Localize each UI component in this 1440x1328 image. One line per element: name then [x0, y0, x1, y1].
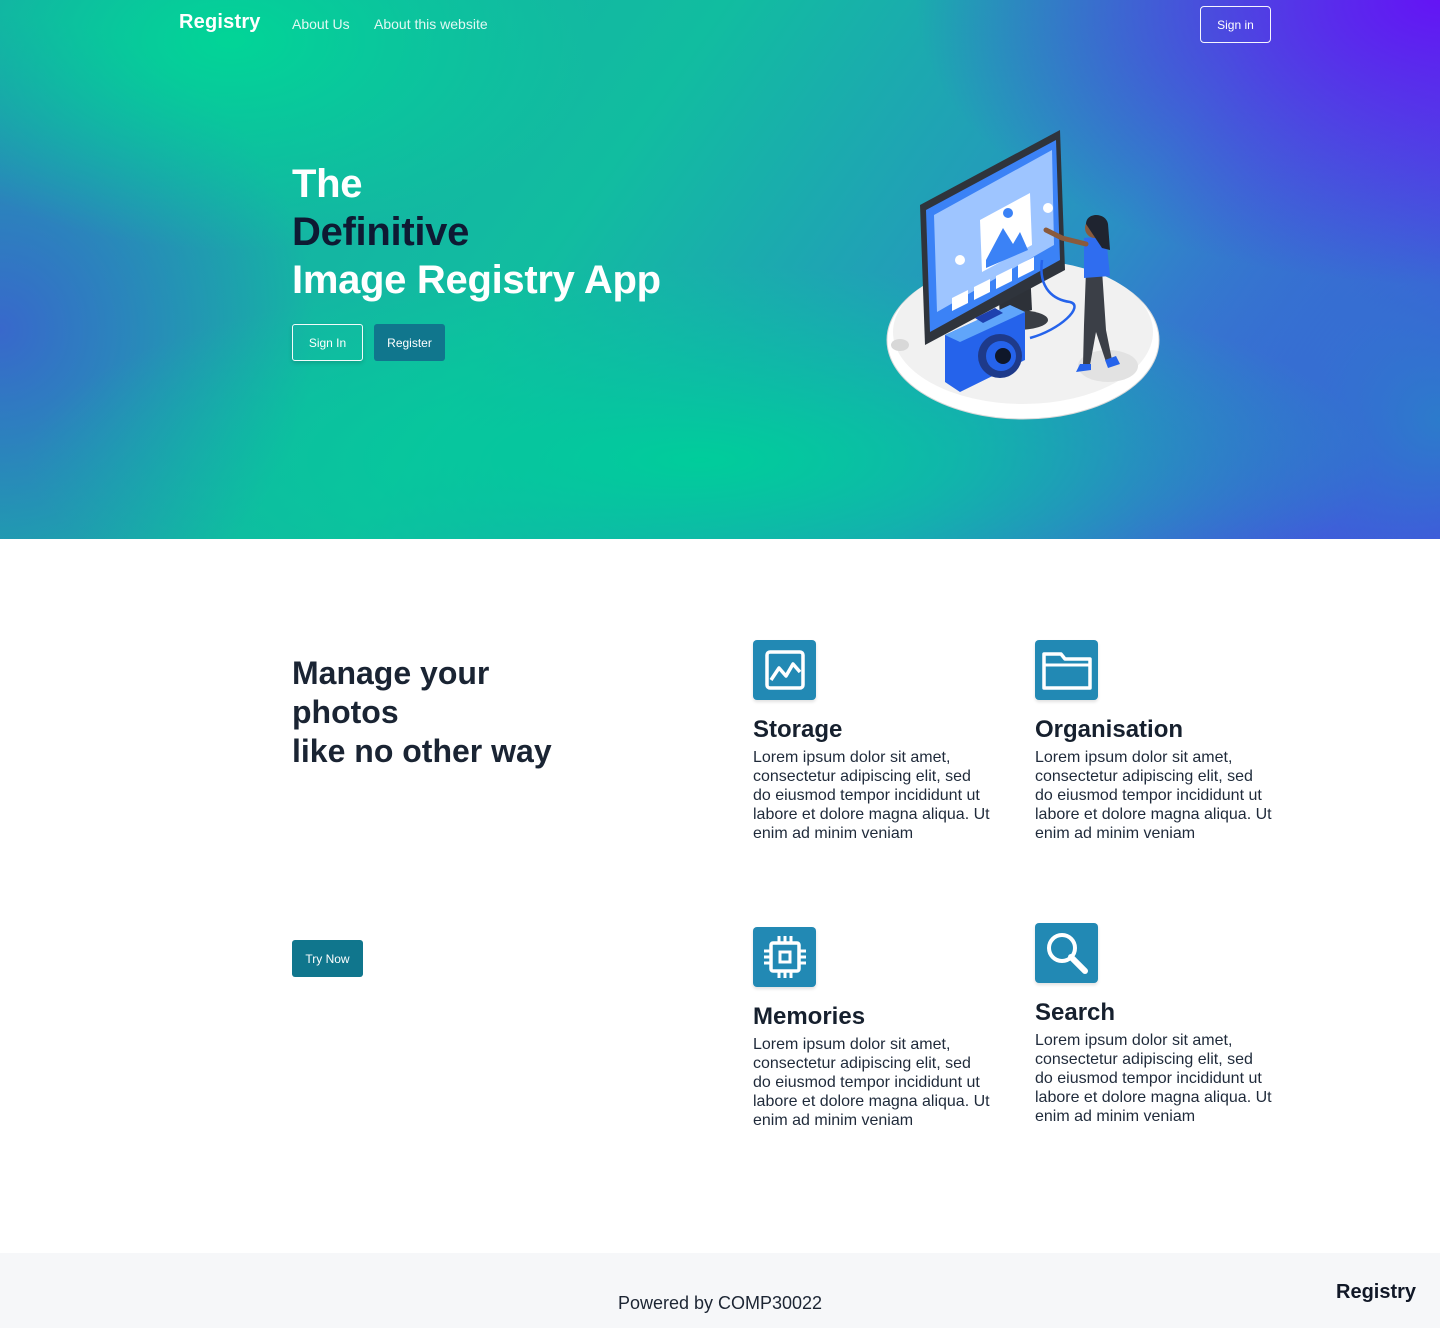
- register-button[interactable]: Register: [374, 324, 445, 361]
- feature-organisation: Organisation Lorem ipsum dolor sit amet,…: [1035, 640, 1275, 843]
- feature-memories: Memories Lorem ipsum dolor sit amet, con…: [753, 927, 993, 1130]
- feature-title: Memories: [753, 1003, 866, 1030]
- features-title-line-2: photos: [292, 694, 399, 730]
- hero-title: The Definitive Image Registry App: [292, 160, 661, 304]
- features-title-line-3: like no other way: [292, 733, 552, 769]
- feature-storage: Storage Lorem ipsum dolor sit amet, cons…: [753, 640, 993, 843]
- hero-title-line-1: The: [292, 162, 363, 206]
- hero-signin-button[interactable]: Sign In: [292, 324, 363, 361]
- folder-icon: [1035, 640, 1098, 700]
- feature-text: Lorem ipsum dolor sit amet, consectetur …: [1035, 749, 1272, 842]
- hero-title-line-3: Image Registry App: [292, 258, 661, 302]
- image-icon: [753, 640, 816, 700]
- feature-search: Search Lorem ipsum dolor sit amet, conse…: [1035, 923, 1275, 1126]
- nav-link-about-website[interactable]: About this website: [374, 16, 488, 32]
- try-now-button[interactable]: Try Now: [292, 940, 363, 977]
- nav-signin-button[interactable]: Sign in: [1200, 6, 1271, 43]
- feature-text: Lorem ipsum dolor sit amet, consectetur …: [1035, 1032, 1272, 1125]
- feature-text: Lorem ipsum dolor sit amet, consectetur …: [753, 1036, 990, 1129]
- feature-title: Storage: [753, 716, 843, 743]
- search-icon: [1035, 923, 1098, 983]
- footer-powered-by: Powered by COMP30022: [617, 1293, 823, 1313]
- chip-icon: [753, 927, 816, 987]
- features-title: Manage your photos like no other way: [292, 654, 622, 771]
- features-title-line-1: Manage your: [292, 655, 490, 691]
- feature-title: Search: [1035, 999, 1116, 1026]
- nav-link-about-us[interactable]: About Us: [292, 16, 350, 32]
- hero-title-line-2: Definitive: [292, 210, 470, 254]
- footer-brand[interactable]: Registry: [1336, 1281, 1416, 1304]
- hero-section: Registry About Us About this website Sig…: [0, 0, 1440, 539]
- footer: Powered by COMP30022 Registry: [0, 1253, 1440, 1328]
- feature-title: Organisation: [1035, 716, 1184, 743]
- hero-illustration: [886, 130, 1160, 420]
- feature-text: Lorem ipsum dolor sit amet, consectetur …: [753, 749, 990, 842]
- nav-brand[interactable]: Registry: [179, 11, 261, 34]
